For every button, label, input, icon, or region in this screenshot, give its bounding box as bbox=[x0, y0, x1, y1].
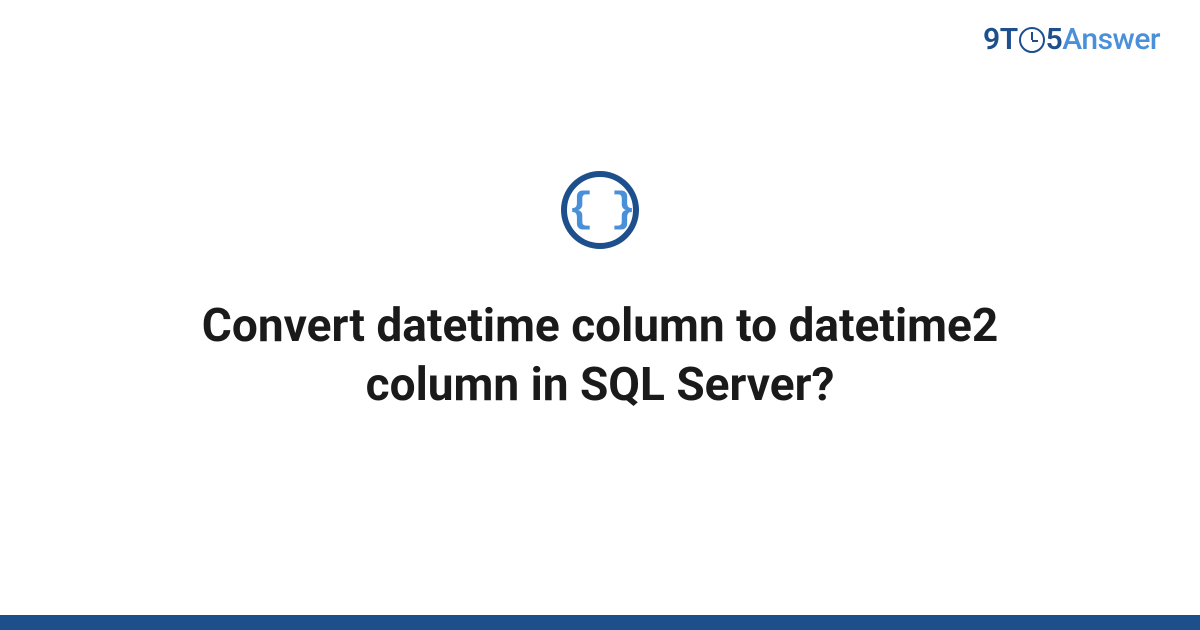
footer-bar bbox=[0, 615, 1200, 630]
main-content: { } Convert datetime column to datetime2… bbox=[0, 0, 1200, 615]
page-title: Convert datetime column to datetime2 col… bbox=[100, 297, 1100, 415]
code-braces-icon: { } bbox=[568, 189, 632, 231]
category-icon: { } bbox=[561, 171, 639, 249]
